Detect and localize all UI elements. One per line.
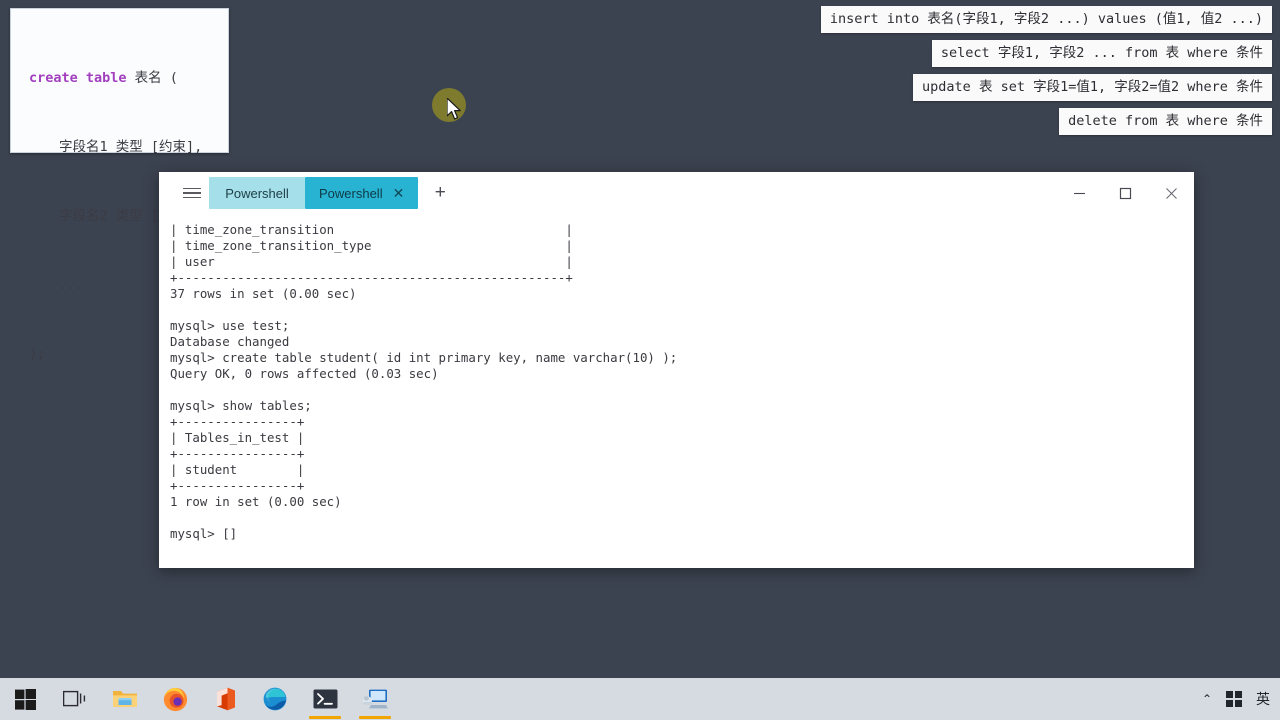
running-indicator — [309, 716, 341, 719]
minimize-icon[interactable] — [1056, 172, 1102, 214]
mouse-cursor — [432, 88, 472, 128]
create-table-syntax-card: create table 表名 ( 字段名1 类型 [约束], 字段名2 类型 … — [10, 8, 229, 362]
ime-grid-icon[interactable] — [1226, 691, 1242, 707]
edge-button[interactable] — [250, 678, 300, 720]
firefox-button[interactable] — [150, 678, 200, 720]
terminal-icon — [313, 689, 337, 709]
sql-strip-select: select 字段1, 字段2 ... from 表 where 条件 — [931, 40, 1272, 67]
tab-powershell-2[interactable]: Powershell ✕ — [305, 177, 419, 209]
cursor-arrow-icon — [447, 98, 461, 120]
terminal-titlebar: Powershell Powershell ✕ + — [159, 172, 1194, 214]
show-hidden-icons-chevron-up-icon[interactable]: ⌃ — [1202, 692, 1212, 706]
maximize-icon[interactable] — [1102, 172, 1148, 214]
file-explorer-button[interactable] — [100, 678, 150, 720]
task-view-button[interactable] — [50, 678, 100, 720]
click-highlight — [432, 88, 466, 122]
edge-icon — [263, 687, 287, 711]
taskbar-app-list — [0, 678, 400, 720]
tab-close-icon[interactable]: ✕ — [393, 186, 405, 200]
windows-terminal-window: Powershell Powershell ✕ + | time_zone_tr… — [159, 172, 1194, 568]
office-button[interactable] — [200, 678, 250, 720]
sql-strip-insert: insert into 表名(字段1, 字段2 ...) values (值1,… — [820, 6, 1272, 33]
remote-desktop-button[interactable] — [350, 678, 400, 720]
hamburger-menu-icon[interactable] — [175, 172, 209, 214]
folder-icon — [113, 691, 137, 707]
system-tray: ⌃ 英 — [1202, 678, 1280, 720]
window-controls — [1056, 172, 1194, 214]
tab-powershell-1[interactable]: Powershell — [209, 177, 305, 209]
firefox-icon — [163, 687, 187, 711]
sql-strip-update: update 表 set 字段1=值1, 字段2=值2 where 条件 — [913, 74, 1272, 101]
remote-desktop-icon — [362, 689, 388, 709]
create-card-line-1: create table 表名 ( — [29, 67, 214, 90]
close-icon[interactable] — [1148, 172, 1194, 214]
desktop: create table 表名 ( 字段名1 类型 [约束], 字段名2 类型 … — [0, 0, 1280, 720]
windows-terminal-button[interactable] — [300, 678, 350, 720]
running-indicator — [359, 716, 391, 719]
new-tab-button[interactable]: + — [426, 177, 454, 209]
start-button[interactable] — [0, 678, 50, 720]
ime-language-indicator[interactable]: 英 — [1256, 689, 1270, 709]
create-card-line-1-rest: 表名 ( — [126, 70, 178, 86]
sql-statement-list: insert into 表名(字段1, 字段2 ...) values (值1,… — [820, 6, 1272, 135]
windows-logo-icon — [14, 688, 36, 710]
tab-label: Powershell — [225, 185, 289, 201]
sql-keyword: create table — [29, 70, 127, 86]
task-view-icon — [63, 690, 86, 707]
terminal-output[interactable]: | time_zone_transition | | time_zone_tra… — [159, 214, 1194, 568]
create-card-line-2: 字段名1 类型 [约束], — [59, 139, 203, 155]
tab-label: Powershell — [319, 185, 383, 201]
windows-taskbar: ⌃ 英 — [0, 678, 1280, 720]
office-icon — [217, 687, 235, 711]
sql-strip-delete: delete from 表 where 条件 — [1059, 108, 1272, 135]
